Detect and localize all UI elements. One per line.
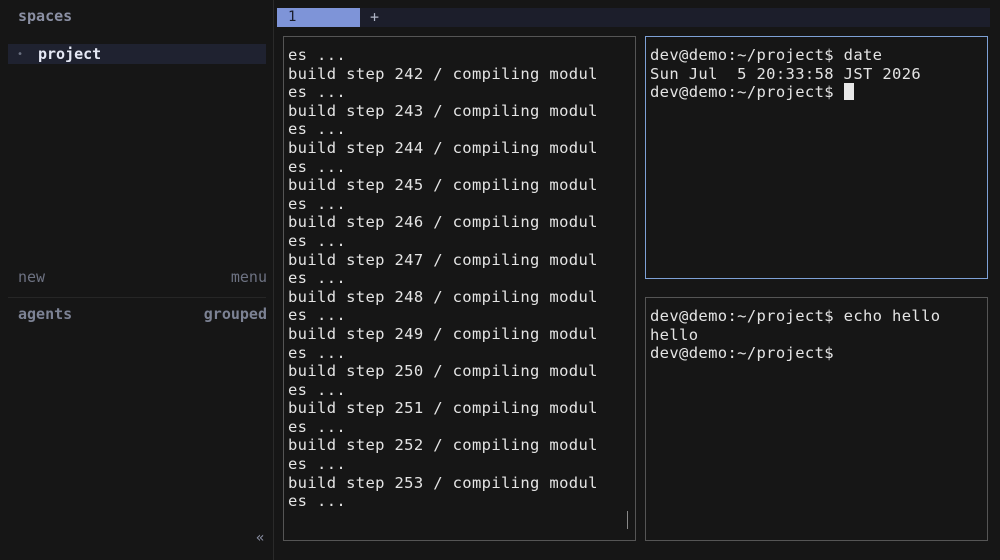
log-line: es ...: [288, 306, 347, 325]
grouped-toggle[interactable]: grouped: [204, 305, 267, 323]
tab-bar: 1 +: [277, 8, 990, 27]
sidebar-divider: [8, 297, 266, 298]
log-line: build step 250 / compiling modul: [288, 362, 598, 381]
log-line: es ...: [288, 492, 347, 511]
terminal-line: dev@demo:~/project$: [650, 344, 834, 363]
log-line: es ...: [288, 343, 347, 362]
log-line: es ...: [288, 380, 347, 399]
sidebar: spaces • project new menu agents grouped…: [0, 0, 274, 560]
log-line: es ...: [288, 194, 347, 213]
spaces-header: spaces: [18, 7, 73, 25]
log-line: es ...: [288, 157, 347, 176]
log-line: build step 245 / compiling modul: [288, 176, 598, 195]
log-line: es ...: [288, 83, 347, 102]
add-tab-button[interactable]: +: [370, 8, 379, 27]
space-item-label: project: [38, 45, 102, 63]
log-line: es ...: [288, 46, 347, 64]
log-line: es ...: [288, 417, 347, 436]
scroll-indicator[interactable]: [627, 511, 628, 529]
terminal-line: dev@demo:~/project$ echo hello: [650, 307, 941, 325]
new-menu-row: new menu: [18, 268, 267, 286]
terminal-pane-bottom-right[interactable]: dev@demo:~/project$ echo hello hello dev@d…: [645, 297, 988, 541]
new-button[interactable]: new: [18, 268, 45, 286]
log-line: build step 252 / compiling modul: [288, 436, 598, 455]
log-line: build step 248 / compiling modul: [288, 287, 598, 306]
collapse-sidebar-icon[interactable]: «: [256, 530, 264, 546]
terminal-prompt: dev@demo:~/project$: [650, 83, 844, 102]
log-line: es ...: [288, 231, 347, 250]
log-line: build step 251 / compiling modul: [288, 399, 598, 418]
log-line: build step 244 / compiling modul: [288, 138, 598, 157]
log-line: es ...: [288, 120, 347, 139]
menu-button[interactable]: menu: [231, 268, 267, 286]
terminal-output: dev@demo:~/project$ echo hello hello dev@d…: [650, 307, 940, 363]
terminal-pane-top-right[interactable]: dev@demo:~/project$ date Sun Jul 5 20:33:…: [645, 36, 988, 279]
log-line: es ...: [288, 455, 347, 474]
terminal-line: hello: [650, 325, 699, 344]
log-line: es ...: [288, 269, 347, 288]
terminal-line: dev@demo:~/project$ date: [650, 46, 883, 64]
terminal-output: dev@demo:~/project$ date Sun Jul 5 20:33:…: [650, 46, 921, 102]
log-line: build step 242 / compiling modul: [288, 64, 598, 83]
terminal-line: Sun Jul 5 20:33:58 JST 2026: [650, 64, 922, 83]
log-line: build step 253 / compiling modul: [288, 473, 598, 492]
log-line: build step 249 / compiling modul: [288, 324, 598, 343]
tab-1[interactable]: 1: [277, 8, 360, 27]
text-cursor: [843, 83, 854, 101]
build-log-output: es ... build step 242 / compiling modul es…: [288, 46, 598, 511]
log-line: build step 246 / compiling modul: [288, 213, 598, 232]
agents-section-title: agents: [18, 305, 73, 323]
log-line: build step 247 / compiling modul: [288, 250, 598, 269]
terminal-prompt-line: dev@demo:~/project$: [650, 83, 921, 102]
agents-row: agents grouped: [18, 305, 267, 323]
space-item-project[interactable]: • project: [8, 44, 266, 64]
log-line: build step 243 / compiling modul: [288, 101, 598, 120]
bullet-icon: •: [17, 48, 24, 60]
build-log-pane[interactable]: es ... build step 242 / compiling modul es…: [283, 36, 636, 541]
